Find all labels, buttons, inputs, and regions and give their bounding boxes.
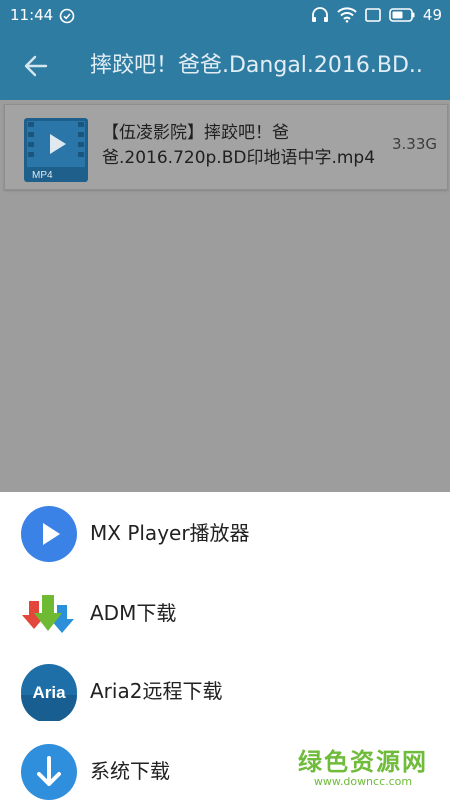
screen-icon — [365, 8, 381, 22]
option-label: MX Player播放器 — [90, 521, 250, 545]
watermark-url: www.downcc.com — [313, 775, 413, 788]
video-file-icon: MP4 — [24, 118, 88, 182]
aria-icon: Aria — [21, 664, 77, 721]
file-item[interactable]: MP4 【伍凌影院】摔跤吧！爸爸.2016.720p.BD印地语中字.mp4 3… — [4, 104, 448, 190]
app-bar: 摔跤吧！爸爸.Dangal.2016.BD.. — [0, 32, 450, 100]
headphones-icon — [311, 7, 328, 22]
file-name: 【伍凌影院】摔跤吧！爸爸.2016.720p.BD印地语中字.mp4 — [102, 123, 376, 168]
battery-icon — [389, 8, 415, 22]
page-title: 摔跤吧！爸爸.Dangal.2016.BD.. — [90, 53, 423, 78]
battery-level: 49 — [422, 6, 442, 24]
file-list: MP4 【伍凌影院】摔跤吧！爸爸.2016.720p.BD印地语中字.mp4 3… — [0, 100, 450, 492]
wifi-icon — [337, 7, 357, 23]
download-circle-icon — [21, 744, 77, 800]
play-circle-icon — [21, 506, 77, 562]
status-icons: 49 — [311, 6, 442, 24]
watermark: 绿色资源网 www.downcc.com — [298, 742, 428, 788]
adm-arrows-icon — [22, 595, 74, 633]
aria-badge-text: Aria — [32, 683, 66, 702]
option-label: ADM下载 — [90, 601, 177, 625]
watermark-text: 绿色资源网 — [298, 748, 428, 776]
option-label: Aria2远程下载 — [90, 679, 223, 703]
back-arrow-icon[interactable] — [22, 52, 50, 80]
option-mx-player[interactable]: MX Player播放器 — [0, 494, 450, 572]
option-aria2[interactable]: Aria Aria2远程下载 — [0, 652, 450, 730]
check-circle-icon — [59, 8, 75, 24]
status-time: 11:44 — [10, 6, 54, 24]
status-bar: 11:44 49 — [0, 0, 450, 32]
file-size: 3.33G — [391, 135, 437, 153]
mp4-badge: MP4 — [32, 170, 53, 181]
option-adm[interactable]: ADM下载 — [0, 574, 450, 652]
option-label: 系统下载 — [90, 759, 170, 783]
